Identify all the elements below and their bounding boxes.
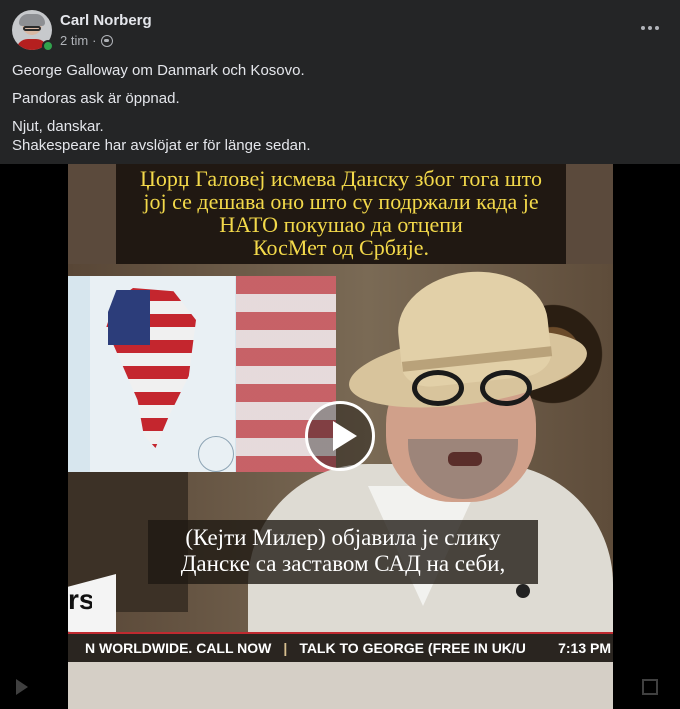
caption-top: Џорџ Галовеј исмева Данску због тога што…: [116, 164, 566, 264]
caption-top-line: КосМет од Србије.: [252, 235, 430, 260]
caption-top-line: Џорџ Галовеј исмева Данску због тога што: [140, 166, 542, 191]
post-paragraph: Shakespeare har avslöjat er för länge se…: [12, 137, 311, 154]
presenter-mouth: [448, 452, 482, 466]
author-name[interactable]: Carl Norberg: [60, 12, 152, 29]
play-control-icon[interactable]: [14, 679, 30, 695]
post-meta: 2 tim ·: [60, 33, 113, 48]
map-inset-circle: [198, 436, 234, 472]
avatar-glasses: [23, 26, 41, 31]
globe-icon[interactable]: [100, 34, 113, 47]
post-header: Carl Norberg 2 tim ·: [0, 0, 680, 58]
dot-icon: [641, 26, 645, 30]
news-ticker: N WORLDWIDE. CALL NOW | TALK TO GEORGE (…: [68, 632, 613, 662]
caption-top-line: НАТО покушао да отцепи: [219, 212, 463, 237]
ticker-text: TALK TO GEORGE (FREE IN UK/U: [299, 640, 526, 656]
desk-surface: [68, 662, 613, 709]
greenland-map-image: [68, 276, 336, 472]
map-flag-canton: [108, 290, 150, 345]
play-button[interactable]: [305, 401, 375, 471]
fullscreen-icon[interactable]: [642, 679, 658, 695]
ticker-text: N WORLDWIDE. CALL NOW: [85, 640, 272, 656]
post-paragraph: George Galloway om Danmark och Kosovo.: [12, 62, 305, 79]
meta-separator: ·: [92, 33, 97, 48]
caption-bottom-line: (Кејти Милер) објавила је слику: [185, 525, 501, 550]
caption-bottom: (Кејти Милер) објавила је слику Данске с…: [148, 520, 538, 584]
post-time[interactable]: 2 tim: [60, 33, 88, 48]
caption-bottom-line: Данске са заставом САД на себи,: [180, 551, 506, 576]
video-player[interactable]: Џорџ Галовеј исмева Данску због тога што…: [0, 164, 680, 709]
post-text: George Galloway om Danmark och Kosovo. P…: [12, 61, 662, 155]
more-options-button[interactable]: [634, 14, 666, 42]
avatar-hair: [19, 14, 45, 26]
caption-top-line: јој се дешава оно што су подржали када ј…: [143, 189, 539, 214]
dot-icon: [648, 26, 652, 30]
ticker-separator: |: [283, 640, 288, 656]
post-paragraph: Njut, danskar.: [12, 118, 104, 135]
post-paragraph: Pandoras ask är öppnad.: [12, 90, 180, 107]
online-status-icon: [42, 40, 54, 52]
dot-icon: [655, 26, 659, 30]
ticker-time: 7:13 PM: [552, 640, 611, 656]
presenter-glasses: [408, 370, 538, 410]
channel-logo-text: rs: [68, 584, 92, 615]
lapel-mic-icon: [516, 584, 530, 598]
